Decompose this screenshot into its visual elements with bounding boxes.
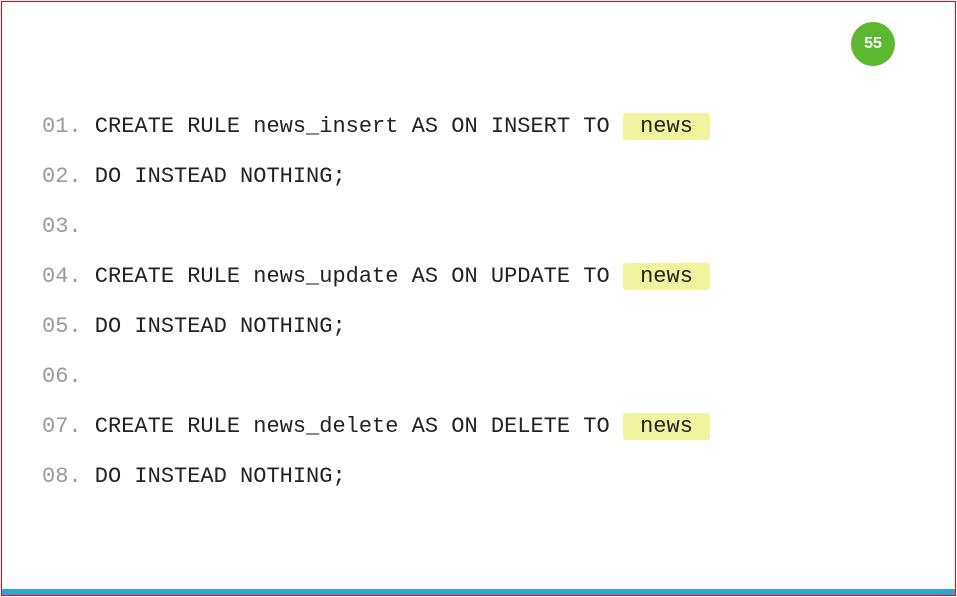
code-line: 05. DO INSTEAD NOTHING; — [42, 302, 915, 352]
code-line: 02. DO INSTEAD NOTHING; — [42, 152, 915, 202]
code-token — [82, 214, 95, 239]
line-number: 07. — [42, 414, 82, 439]
code-line: 04. CREATE RULE news_update AS ON UPDATE… — [42, 252, 915, 302]
code-line: 07. CREATE RULE news_delete AS ON DELETE… — [42, 402, 915, 452]
highlighted-token: news — [623, 263, 710, 290]
bottom-accent-bar — [2, 589, 955, 595]
highlighted-token: news — [623, 113, 710, 140]
code-line: 08. DO INSTEAD NOTHING; — [42, 452, 915, 502]
code-token: DO INSTEAD NOTHING; — [82, 464, 346, 489]
line-number: 06. — [42, 364, 82, 389]
code-token — [82, 364, 95, 389]
code-line: 01. CREATE RULE news_insert AS ON INSERT… — [42, 102, 915, 152]
line-number: 04. — [42, 264, 82, 289]
line-number: 05. — [42, 314, 82, 339]
line-number: 08. — [42, 464, 82, 489]
code-token: DO INSTEAD NOTHING; — [82, 314, 346, 339]
code-block: 01. CREATE RULE news_insert AS ON INSERT… — [42, 102, 915, 502]
code-token: CREATE RULE news_update AS ON UPDATE TO — [82, 264, 623, 289]
highlighted-token: news — [623, 413, 710, 440]
code-token: DO INSTEAD NOTHING; — [82, 164, 346, 189]
code-token: CREATE RULE news_delete AS ON DELETE TO — [82, 414, 623, 439]
slide-frame: 55 01. CREATE RULE news_insert AS ON INS… — [1, 1, 956, 596]
line-number: 01. — [42, 114, 82, 139]
line-number: 03. — [42, 214, 82, 239]
line-number: 02. — [42, 164, 82, 189]
code-line: 06. — [42, 352, 915, 402]
code-line: 03. — [42, 202, 915, 252]
code-token: CREATE RULE news_insert AS ON INSERT TO — [82, 114, 623, 139]
page-number-badge: 55 — [851, 22, 895, 66]
